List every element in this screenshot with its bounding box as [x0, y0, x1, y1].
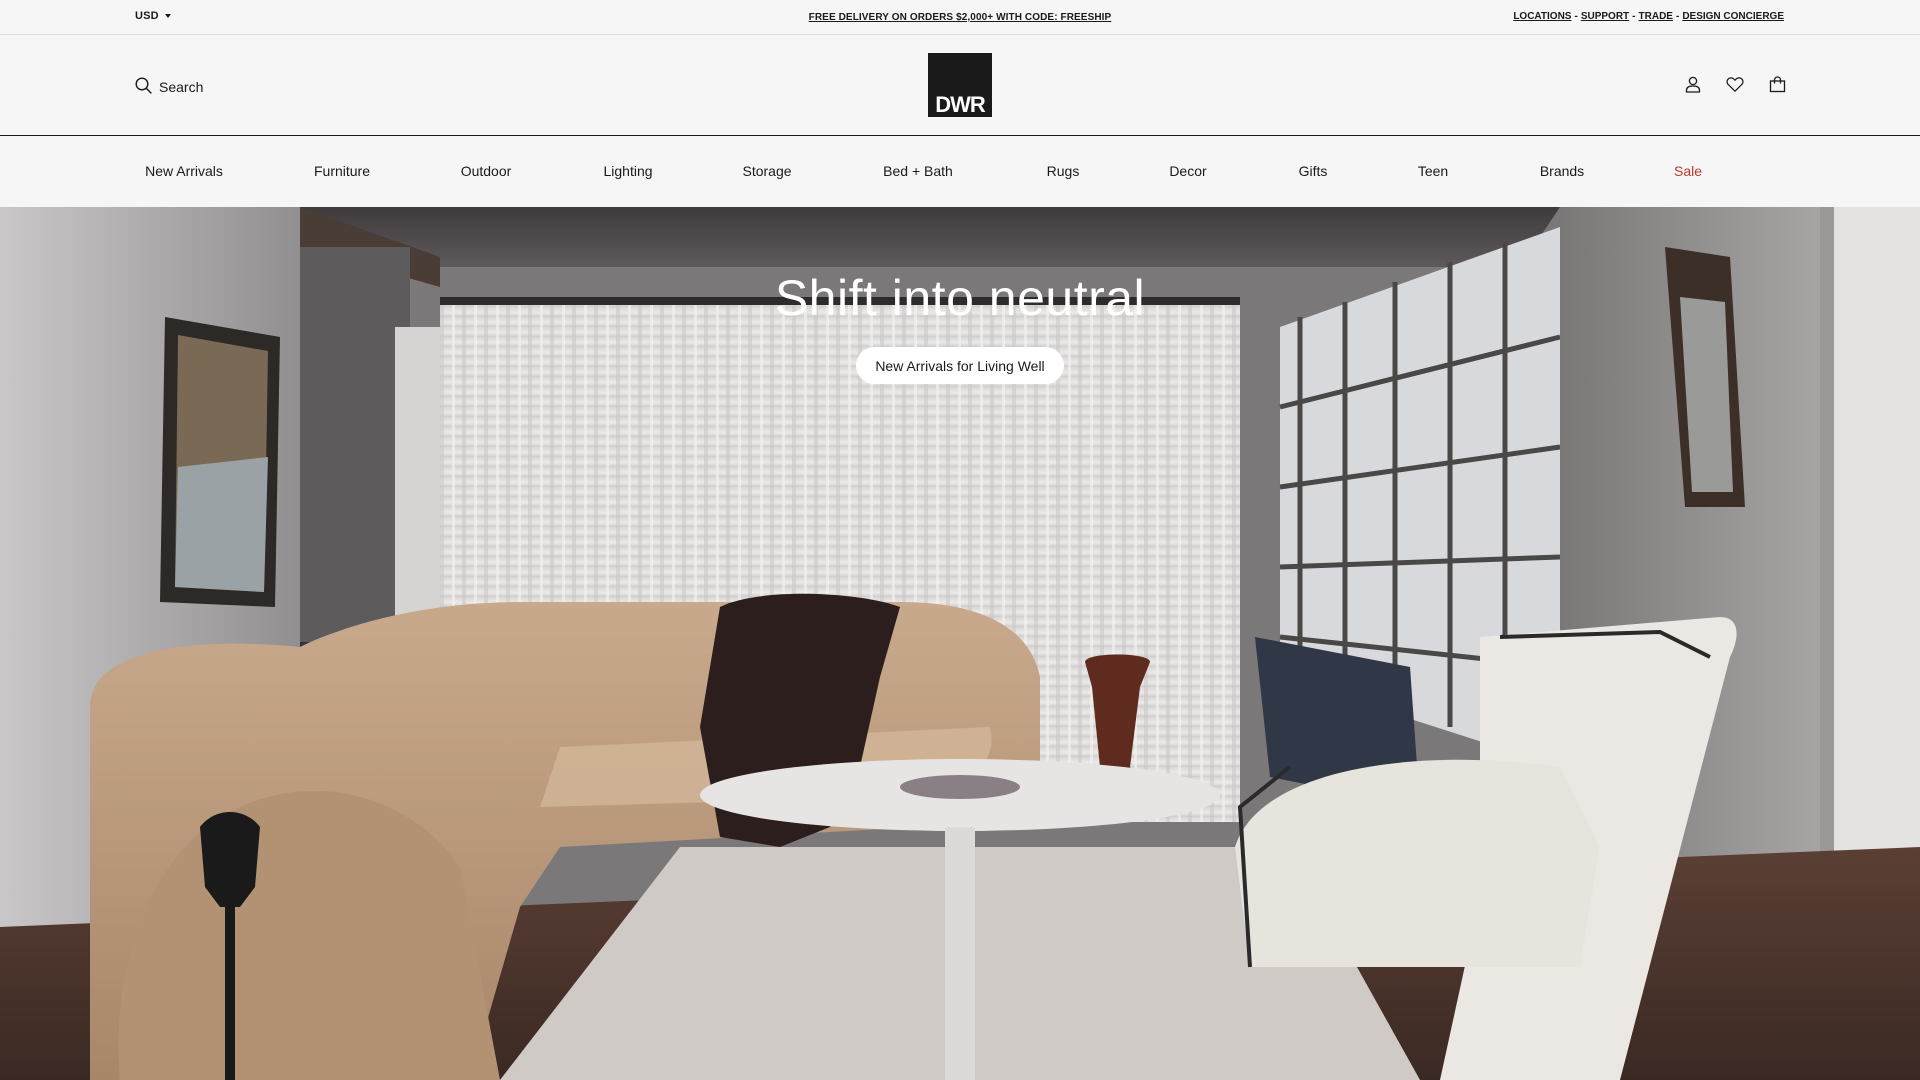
nav-item-sale[interactable]: Sale: [1674, 163, 1702, 179]
nav-item-decor[interactable]: Decor: [1169, 163, 1206, 179]
nav-item-lighting[interactable]: Lighting: [603, 163, 652, 179]
hero-living-room-image: [0, 207, 1920, 1080]
nav-item-teen[interactable]: Teen: [1418, 163, 1448, 179]
nav-item-rugs[interactable]: Rugs: [1047, 163, 1080, 179]
hero-title: Shift into neutral: [774, 270, 1146, 326]
search-button[interactable]: Search: [135, 77, 203, 97]
separator: -: [1675, 11, 1680, 22]
wishlist-heart-icon[interactable]: [1726, 75, 1744, 93]
utility-bar: USD FREE DELIVERY ON ORDERS $2,000+ WITH…: [0, 0, 1920, 35]
design-concierge-link[interactable]: DESIGN CONCIERGE: [1682, 11, 1784, 22]
account-icon[interactable]: [1684, 75, 1702, 93]
search-label: Search: [159, 79, 204, 95]
nav-item-bed-bath[interactable]: Bed + Bath: [883, 163, 953, 179]
header-icons: [1684, 75, 1786, 93]
nav-item-gifts[interactable]: Gifts: [1299, 163, 1328, 179]
hero-banner[interactable]: Shift into neutral New Arrivals for Livi…: [0, 207, 1920, 1080]
nav-item-new-arrivals[interactable]: New Arrivals: [145, 163, 223, 179]
separator: -: [1574, 11, 1578, 22]
separator: -: [1632, 11, 1636, 22]
logo-text: DWR: [935, 92, 986, 117]
nav-item-furniture[interactable]: Furniture: [314, 163, 370, 179]
shopping-bag-icon[interactable]: [1768, 75, 1786, 93]
new-arrivals-cta-button[interactable]: New Arrivals for Living Well: [856, 347, 1064, 384]
utility-links: LOCATIONS - SUPPORT - TRADE - DESIGN CON…: [1513, 11, 1784, 22]
support-link[interactable]: SUPPORT: [1581, 11, 1629, 22]
nav-item-storage[interactable]: Storage: [742, 163, 791, 179]
search-icon: [135, 77, 152, 97]
main-navigation: New Arrivals Furniture Outdoor Lighting …: [0, 137, 1920, 207]
promo-link[interactable]: FREE DELIVERY ON ORDERS $2,000+ WITH COD…: [809, 12, 1112, 23]
nav-item-outdoor[interactable]: Outdoor: [461, 163, 512, 179]
locations-link[interactable]: LOCATIONS: [1513, 11, 1571, 22]
nav-item-brands[interactable]: Brands: [1540, 163, 1584, 179]
trade-link[interactable]: TRADE: [1639, 11, 1673, 22]
masthead: Search DWR: [0, 35, 1920, 136]
dwr-logo[interactable]: DWR: [928, 53, 992, 117]
